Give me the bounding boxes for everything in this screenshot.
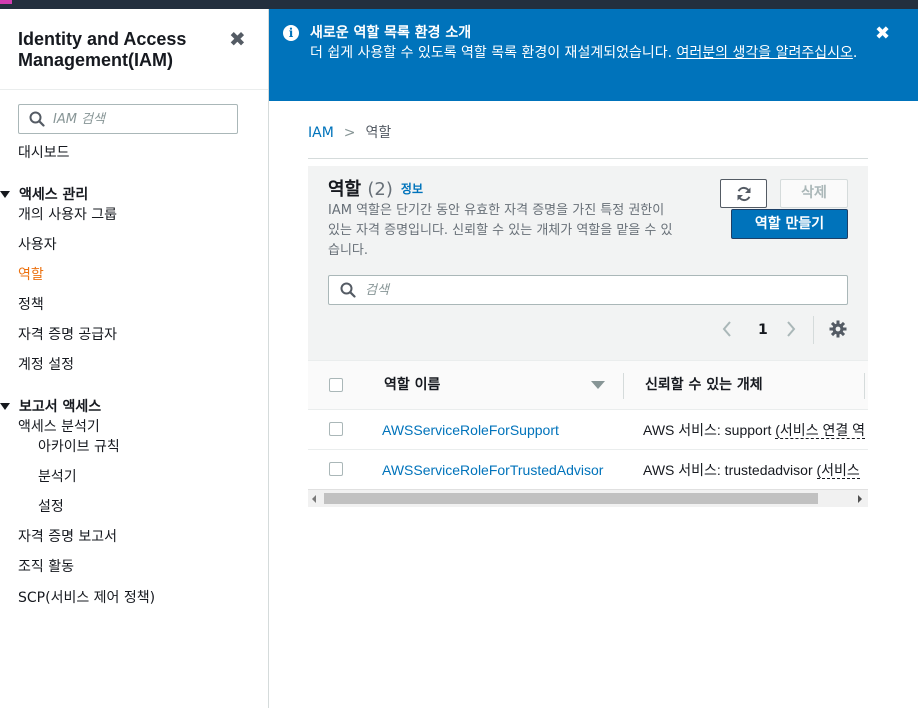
flash-body-suffix: . [852, 45, 858, 61]
sidebar: Identity and Access Management(IAM) ✖ 대시… [0, 9, 269, 708]
role-count: (2) [367, 179, 393, 200]
sidebar-item-account-settings[interactable]: 계정 설정 [18, 356, 74, 374]
sidebar-divider [0, 89, 268, 90]
flash-body: 더 쉽게 사용할 수 있도록 역할 목록 환경이 재설계되었습니다. 여러분의 … [310, 43, 870, 64]
panel-title-text: 역할 [328, 179, 362, 200]
horizontal-scrollbar[interactable] [308, 489, 868, 507]
sidebar-item-credential-report[interactable]: 자격 증명 보고서 [18, 528, 117, 546]
service-linked-role-link[interactable]: (서비스 [816, 462, 860, 479]
table-row: AWSServiceRoleForSupport AWS 서비스: suppor… [308, 410, 868, 450]
table-header: 역할 이름 신뢰할 수 있는 개체 [308, 360, 868, 410]
scroll-left-arrow-icon[interactable] [312, 495, 316, 503]
roles-search-input[interactable] [365, 280, 835, 300]
sidebar-item-analyzers[interactable]: 분석기 [38, 468, 77, 486]
flash-body-text: 더 쉽게 사용할 수 있도록 역할 목록 환경이 재설계되었습니다. [310, 45, 677, 61]
table-row: AWSServiceRoleForTrustedAdvisor AWS 서비스:… [308, 450, 868, 490]
sidebar-item-roles[interactable]: 역할 [18, 266, 44, 284]
breadcrumb-iam[interactable]: IAM [308, 125, 334, 141]
sidebar-item-identity-providers[interactable]: 자격 증명 공급자 [18, 326, 117, 344]
search-icon [340, 282, 356, 298]
trusted-entity: AWS 서비스: trustedadvisor (서비스 [643, 461, 860, 479]
roles-panel-header: 역할 (2) 정보 IAM 역할은 단기간 동안 유효한 자격 증명을 가진 특정… [308, 166, 868, 360]
current-page[interactable]: 1 [758, 321, 768, 339]
row-checkbox[interactable] [329, 422, 343, 436]
divider [308, 158, 868, 159]
breadcrumb-current: 역할 [365, 125, 392, 141]
sort-caret-icon[interactable] [591, 381, 605, 389]
panel-description: IAM 역할은 단기간 동안 유효한 자격 증명을 가진 특정 권한이 있는 자… [328, 203, 673, 258]
chevron-right-icon[interactable] [786, 320, 796, 338]
role-name-link[interactable]: AWSServiceRoleForSupport [382, 421, 559, 439]
trusted-entity-text: AWS 서비스: trustedadvisor [643, 462, 817, 478]
delete-button[interactable]: 삭제 [780, 179, 848, 208]
flash-banner: i 새로운 역할 목록 환경 소개 더 쉽게 사용할 수 있도록 역할 목록 환… [269, 9, 918, 101]
row-checkbox[interactable] [329, 462, 343, 476]
caret-down-icon [0, 191, 10, 198]
sidebar-section-label: 보고서 액세스 [19, 399, 102, 415]
sidebar-item-dashboard[interactable]: 대시보드 [18, 144, 70, 162]
column-header-trusted-entity[interactable]: 신뢰할 수 있는 개체 [645, 376, 763, 394]
feedback-link[interactable]: 여러분의 생각을 알려주십시오 [677, 45, 853, 61]
close-icon[interactable]: ✖ [229, 27, 246, 51]
refresh-button[interactable] [720, 179, 767, 208]
panel-title: 역할 (2) 정보 [328, 177, 423, 202]
column-divider[interactable] [623, 373, 624, 399]
create-role-button[interactable]: 역할 만들기 [731, 209, 848, 239]
gear-icon[interactable] [829, 320, 847, 338]
sidebar-section-access-management[interactable]: 액세스 관리 [0, 186, 88, 204]
sidebar-item-organization-activity[interactable]: 조직 활동 [18, 558, 74, 576]
refresh-icon [737, 186, 751, 202]
chevron-right-icon: > [343, 125, 356, 141]
sidebar-item-user-groups[interactable]: 개의 사용자 그룹 [18, 206, 117, 224]
info-icon: i [283, 25, 299, 41]
sidebar-item-users[interactable]: 사용자 [18, 236, 57, 254]
search-icon [29, 111, 45, 127]
sidebar-item-analyzer-settings[interactable]: 설정 [38, 498, 64, 516]
roles-search[interactable] [328, 275, 848, 305]
sidebar-title: Identity and Access Management(IAM) [18, 29, 187, 70]
sidebar-item-scp[interactable]: SCP(서비스 제어 정책) [18, 589, 155, 607]
sidebar-section-access-reports[interactable]: 보고서 액세스 [0, 398, 101, 416]
scroll-right-arrow-icon[interactable] [858, 495, 862, 503]
caret-down-icon [0, 403, 10, 410]
divider [813, 316, 814, 344]
breadcrumb: IAM > 역할 [308, 124, 391, 142]
sidebar-item-policies[interactable]: 정책 [18, 296, 44, 314]
scrollbar-thumb[interactable] [324, 493, 818, 504]
info-link[interactable]: 정보 [401, 182, 423, 196]
console-top-bar-accent [0, 0, 12, 4]
select-all-checkbox[interactable] [329, 378, 343, 392]
trusted-entity-text: AWS 서비스: support [643, 422, 776, 438]
flash-title: 새로운 역할 목록 환경 소개 [310, 25, 472, 41]
sidebar-item-access-analyzer[interactable]: 액세스 분석기 [18, 418, 100, 436]
sidebar-search-input[interactable] [53, 109, 228, 129]
sidebar-section-label: 액세스 관리 [19, 187, 89, 203]
sidebar-item-archive-rules[interactable]: 아카이브 규칙 [38, 438, 120, 456]
role-name-link[interactable]: AWSServiceRoleForTrustedAdvisor [382, 461, 603, 479]
chevron-left-icon[interactable] [722, 320, 732, 338]
service-linked-role-link[interactable]: (서비스 연결 역 [775, 422, 865, 439]
close-icon[interactable]: ✖ [875, 23, 890, 45]
column-divider[interactable] [864, 373, 865, 399]
console-top-bar [0, 0, 918, 9]
sidebar-search[interactable] [18, 104, 238, 134]
column-header-role-name[interactable]: 역할 이름 [384, 376, 440, 394]
trusted-entity: AWS 서비스: support (서비스 연결 역 [643, 421, 865, 439]
